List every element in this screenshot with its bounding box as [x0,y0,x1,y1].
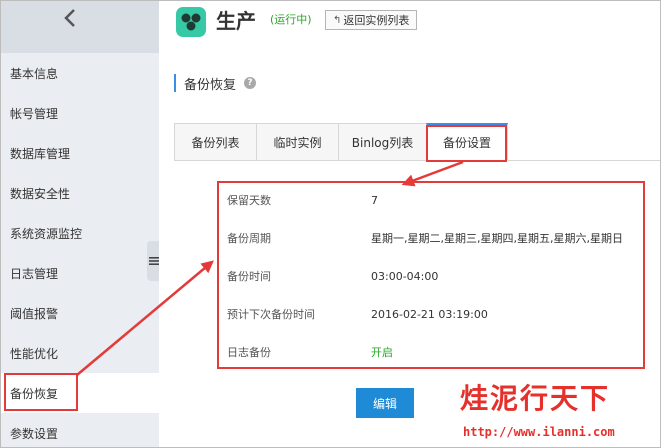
sidebar-item-logs[interactable]: 日志管理 [1,253,159,293]
setting-row-cycle: 备份周期 星期一,星期二,星期三,星期四,星期五,星期六,星期日 [227,228,647,248]
setting-value: 2016-02-21 03:19:00 [371,307,488,321]
tab-temp-instance[interactable]: 临时实例 [256,123,339,161]
sidebar-item-account[interactable]: 帐号管理 [1,93,159,133]
tab-bar: 备份列表 临时实例 Binlog列表 备份设置 [174,123,660,161]
section-title: 备份恢复 ? [174,74,257,93]
chevron-left-icon[interactable] [61,7,79,29]
tab-label: 临时实例 [273,135,322,150]
setting-value: 开启 [371,346,393,359]
sidebar-item-security[interactable]: 数据安全性 [1,173,159,213]
instance-logo [176,7,206,37]
back-to-list-button[interactable]: ↰ 返回实例列表 [325,10,418,30]
setting-value: 7 [371,193,378,207]
sidebar-item-label: 阈值报警 [10,306,59,321]
sidebar-item-label: 系统资源监控 [10,226,83,241]
help-icon[interactable]: ? [244,77,257,89]
instance-status: (运行中) [270,13,312,26]
tab-backup-list[interactable]: 备份列表 [174,123,257,161]
setting-row-next-backup: 预计下次备份时间 2016-02-21 03:19:00 [227,304,647,324]
annotation-highlight-tab [426,125,507,162]
sidebar-item-performance[interactable]: 性能优化 [1,333,159,373]
sidebar-item-basic-info[interactable]: 基本信息 [1,53,159,93]
section-title-text: 备份恢复 [184,77,237,93]
setting-row-retention: 保留天数 7 [227,190,647,210]
sidebar-item-label: 参数设置 [10,426,59,441]
setting-key: 备份周期 [227,232,271,245]
edit-button[interactable]: 编辑 [356,388,414,418]
tab-label: 备份列表 [191,135,240,150]
sidebar-header [1,1,159,53]
setting-row-log-backup: 日志备份 开启 [227,342,647,362]
tab-binlog-list[interactable]: Binlog列表 [338,123,427,161]
setting-key: 备份时间 [227,270,271,283]
sidebar-item-label: 日志管理 [10,266,59,281]
sidebar-item-database[interactable]: 数据库管理 [1,133,159,173]
app-frame: 基本信息 帐号管理 数据库管理 数据安全性 系统资源监控 日志管理 阈值报警 性… [0,0,661,448]
setting-key: 保留天数 [227,194,271,207]
sidebar-item-params[interactable]: 参数设置 [1,413,159,447]
sidebar-item-monitoring[interactable]: 系统资源监控 [1,213,159,253]
sidebar-item-alerts[interactable]: 阈值报警 [1,293,159,333]
sidebar-item-label: 数据安全性 [10,186,71,201]
watermark-text: 烓泥行天下 [460,382,611,415]
setting-key: 预计下次备份时间 [227,308,315,321]
menu-icon [149,257,159,265]
backup-settings-panel: 保留天数 7 备份周期 星期一,星期二,星期三,星期四,星期五,星期六,星期日 … [217,181,645,369]
database-cluster-icon [181,13,201,31]
setting-row-time: 备份时间 03:00-04:00 [227,266,647,286]
sidebar-item-label: 帐号管理 [10,106,59,121]
watermark-url: http://www.ilanni.com [463,425,615,439]
instance-title: 生产 [216,9,256,33]
back-to-list-label: 返回实例列表 [343,14,410,27]
sidebar-item-label: 数据库管理 [10,146,71,161]
sidebar-item-label: 性能优化 [10,346,59,361]
sidebar-item-label: 基本信息 [10,66,59,81]
setting-value: 星期一,星期二,星期三,星期四,星期五,星期六,星期日 [371,232,623,245]
instance-header: 生产 (运行中) ↰ 返回实例列表 [159,1,660,39]
return-icon: ↰ [333,14,342,26]
setting-key: 日志备份 [227,346,271,359]
annotation-highlight-sidebar [4,373,78,411]
tab-label: Binlog列表 [351,135,414,150]
setting-value: 03:00-04:00 [371,269,439,283]
